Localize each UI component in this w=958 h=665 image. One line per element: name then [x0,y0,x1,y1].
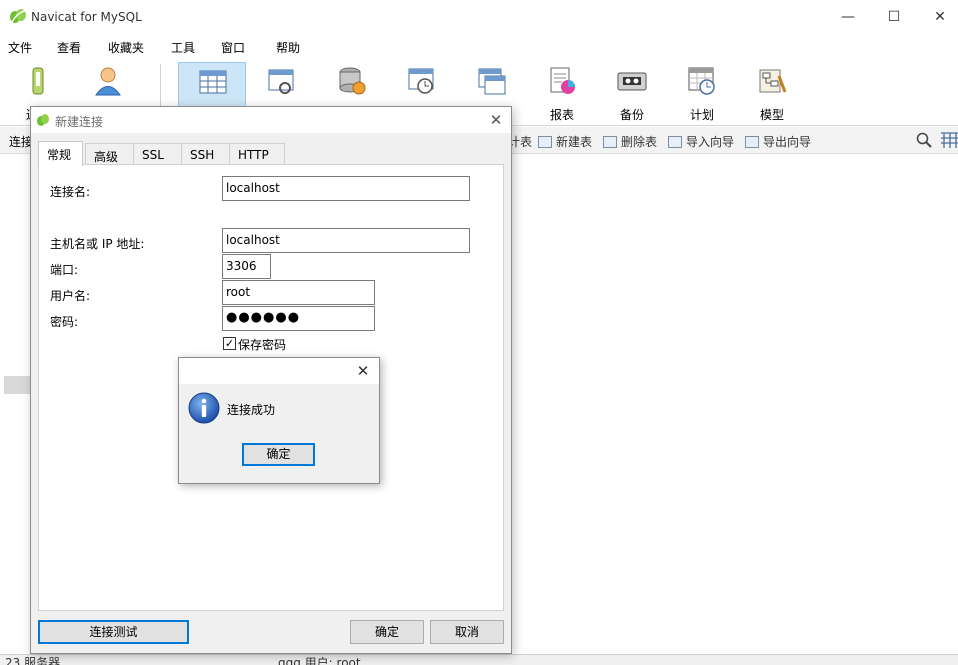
user-icon [95,67,121,96]
host-input[interactable]: localhost [222,228,470,253]
table-icon [199,70,227,94]
navicat-logo-icon [10,9,26,23]
connection-name-input[interactable]: localhost [222,176,470,201]
toolbar-report-button[interactable]: 报表 [528,62,596,124]
status-server-count: 23 服务器 [5,656,61,665]
new-table-label: 新建表 [556,135,593,149]
info-icon [188,392,220,424]
query-icon [478,68,506,95]
dialog-title: 新建连接 [55,115,104,129]
minimize-button[interactable]: — [825,0,871,34]
menu-tools[interactable]: 工具 [171,39,195,56]
port-input[interactable]: 3306 [222,254,271,279]
new-table-button[interactable]: 新建表 [538,133,592,150]
new-table-icon [538,135,552,148]
close-button[interactable]: ✕ [917,0,958,34]
grid-view-icon[interactable] [940,132,958,148]
toolbar-backup-button[interactable]: 备份 [598,62,666,124]
report-icon [550,67,575,94]
maximize-button[interactable]: ☐ [871,0,917,34]
tab-general[interactable]: 常规 [38,141,83,166]
search-icon[interactable] [916,132,932,148]
port-label: 端口: [50,263,79,277]
backup-icon [617,72,647,91]
tab-http[interactable]: HTTP [229,143,285,165]
password-input[interactable]: ●●●●●● [222,306,375,331]
status-user: ggg 用户: root [278,656,361,665]
password-label: 密码: [50,315,79,329]
message-ok-button[interactable]: 确定 [242,443,315,466]
save-password-label: 保存密码 [238,338,287,352]
menu-favorites[interactable]: 收藏夹 [108,39,144,56]
app-title: Navicat for MySQL [31,10,142,24]
import-wizard-label: 导入向导 [686,135,735,149]
message-text: 连接成功 [227,403,276,417]
schedule-icon [688,67,715,95]
tab-ssl[interactable]: SSL [133,143,183,165]
menu-bar: 文件 查看 收藏夹 工具 窗口 帮助 [0,34,958,58]
connection-tree-pane[interactable] [0,154,32,654]
view-icon [268,69,294,94]
dialog-cancel-button[interactable]: 取消 [430,620,504,644]
toolbar-backup-label: 备份 [619,108,644,122]
dialog-ok-button[interactable]: 确定 [350,620,424,644]
connection-success-message-box: ✕ 连接成功 确定 [178,357,380,484]
tab-ssh[interactable]: SSH [181,143,231,165]
model-icon [759,69,787,93]
toolbar-report-label: 报表 [549,108,574,122]
event-icon [408,68,434,94]
selected-connection-row[interactable] [4,376,32,394]
status-bar: 23 服务器 ggg 用户: root [0,654,958,665]
export-wizard-label: 导出向导 [763,135,812,149]
menu-window[interactable]: 窗口 [221,39,245,56]
tab-advanced[interactable]: 高级 [85,143,135,165]
message-title-bar: ✕ [179,358,379,384]
connection-icon [32,67,44,95]
title-bar: Navicat for MySQL — ☐ ✕ [0,0,958,34]
toolbar-model-label: 模型 [759,108,784,122]
delete-table-label: 删除表 [621,135,658,149]
toolbar-schedule-label: 计划 [689,108,714,122]
dialog-close-button[interactable]: ✕ [486,110,506,130]
username-label: 用户名: [50,289,91,303]
delete-table-icon [603,135,617,148]
navicat-logo-icon [37,114,49,126]
export-wizard-icon [745,135,759,148]
menu-view[interactable]: 查看 [57,39,81,56]
function-icon [339,67,366,95]
import-wizard-icon [668,135,682,148]
export-wizard-button[interactable]: 导出向导 [745,133,811,150]
dialog-title-bar: 新建连接 ✕ [31,107,511,133]
delete-table-button[interactable]: 删除表 [603,133,657,150]
toolbar-schedule-button[interactable]: 计划 [668,62,736,124]
toolbar-model-button[interactable]: 模型 [738,62,806,124]
test-connection-button[interactable]: 连接测试 [38,620,189,644]
save-password-checkbox[interactable]: ✓ [223,337,236,350]
menu-help[interactable]: 帮助 [276,39,300,56]
import-wizard-button[interactable]: 导入向导 [668,133,734,150]
connection-name-label: 连接名: [50,185,91,199]
message-close-button[interactable]: ✕ [353,361,373,381]
username-input[interactable]: root [222,280,375,305]
host-label: 主机名或 IP 地址: [50,237,145,251]
menu-file[interactable]: 文件 [8,39,32,56]
